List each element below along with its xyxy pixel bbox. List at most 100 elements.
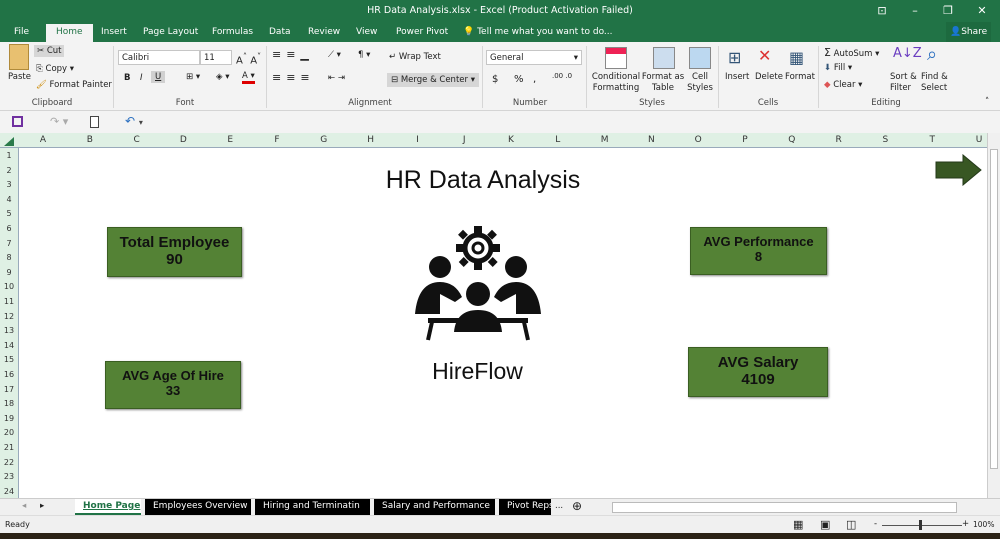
add-sheet-icon[interactable]: ⊕ (572, 499, 582, 513)
zoom-slider[interactable] (882, 525, 962, 526)
text-direction-icon[interactable]: ¶ ▾ (358, 50, 370, 60)
undo-icon[interactable]: ↶ ▾ (125, 114, 143, 128)
sort-filter-button[interactable]: Sort & Filter (890, 72, 920, 94)
row-header[interactable]: 23 (0, 472, 18, 481)
collapse-ribbon-icon[interactable]: ˄ (985, 97, 989, 107)
underline-button[interactable]: U (151, 71, 166, 83)
column-header[interactable]: I (394, 135, 440, 145)
fill-color-icon[interactable]: ◈ ▾ (216, 72, 230, 82)
row-header[interactable]: 1 (0, 151, 18, 160)
scroll-thumb[interactable] (990, 149, 998, 469)
zoom-slider-thumb[interactable] (919, 520, 922, 530)
prev-sheet-icon[interactable]: ◂ (22, 501, 26, 511)
page-break-view-icon[interactable]: ◫ (846, 518, 856, 531)
row-header[interactable]: 21 (0, 443, 18, 452)
row-header[interactable]: 20 (0, 428, 18, 437)
row-header[interactable]: 4 (0, 195, 18, 204)
next-arrow-icon[interactable] (935, 154, 983, 186)
more-sheets-button[interactable]: ... (555, 501, 563, 511)
redo-icon[interactable]: ↷ ▾ (50, 115, 68, 128)
column-header[interactable]: D (160, 135, 206, 145)
number-format-select[interactable]: General ▾ (486, 50, 582, 65)
page-layout-view-icon[interactable]: ▣ (820, 518, 830, 531)
conditional-formatting-button[interactable]: Conditional Formatting (591, 72, 641, 94)
horizontal-align-icons[interactable]: ≡≡≡ (272, 71, 315, 84)
row-header[interactable]: 11 (0, 297, 18, 306)
font-color-icon[interactable]: A ▾ (242, 71, 255, 84)
column-header[interactable]: R (816, 135, 862, 145)
next-sheet-icon[interactable]: ▸ (40, 501, 44, 511)
column-header[interactable]: M (582, 135, 628, 145)
row-header[interactable]: 13 (0, 326, 18, 335)
borders-icon[interactable]: ⊞ ▾ (186, 72, 200, 82)
worksheet-grid[interactable]: HR Data Analysis Total Employee 90 AVG A… (20, 148, 986, 498)
row-header[interactable]: 15 (0, 355, 18, 364)
sheet-tab-salary-performance[interactable]: Salary and Performance (374, 499, 495, 515)
tab-power-pivot[interactable]: Power Pivot (396, 27, 448, 37)
sheet-tab-home-page[interactable]: Home Page (75, 499, 141, 515)
normal-view-icon[interactable]: ▦ (793, 518, 803, 531)
percent-button[interactable]: % (514, 74, 524, 85)
paste-icon[interactable] (9, 44, 29, 70)
column-header[interactable]: G (301, 135, 347, 145)
row-header[interactable]: 3 (0, 180, 18, 189)
font-size-select[interactable]: 11 (200, 50, 232, 65)
tab-formulas[interactable]: Formulas (212, 27, 253, 37)
tab-page-layout[interactable]: Page Layout (143, 27, 198, 37)
column-header[interactable]: N (628, 135, 674, 145)
merge-center-button[interactable]: ⊟ Merge & Center ▾ (387, 73, 479, 87)
cut-button[interactable]: ✂ Cut (34, 45, 65, 57)
cell-styles-button[interactable]: Cell Styles (684, 72, 716, 94)
row-header[interactable]: 18 (0, 399, 18, 408)
select-all-corner[interactable] (4, 137, 14, 146)
row-header[interactable]: 16 (0, 370, 18, 379)
delete-cells-button[interactable]: Delete (755, 72, 783, 82)
row-header[interactable]: 6 (0, 224, 18, 233)
tab-data[interactable]: Data (269, 27, 291, 37)
grow-font-button[interactable]: A˄ A˅ (236, 51, 261, 66)
column-header[interactable]: E (207, 135, 253, 145)
column-header[interactable]: A (20, 135, 66, 145)
font-name-select[interactable]: Calibri (118, 50, 200, 65)
italic-button[interactable]: I (140, 73, 143, 83)
decimal-icons[interactable]: .00 .0 (552, 72, 572, 80)
sheet-tab-pivot-reps[interactable]: Pivot Reps (499, 499, 551, 515)
insert-cells-button[interactable]: Insert (725, 72, 749, 82)
column-header[interactable]: F (254, 135, 300, 145)
autosum-button[interactable]: Σ AutoSum ▾ (824, 46, 879, 59)
column-header[interactable]: C (114, 135, 160, 145)
row-header[interactable]: 2 (0, 166, 18, 175)
ribbon-display-icon[interactable]: ⊡ (872, 4, 892, 17)
indent-icons[interactable]: ⇤ ⇥ (328, 73, 345, 83)
vertical-align-icons[interactable]: ≡≡▁ (272, 48, 314, 61)
restore-button[interactable]: ❐ (938, 4, 958, 17)
fill-button[interactable]: ⬇ Fill ▾ (824, 63, 852, 73)
column-header[interactable]: J (441, 135, 487, 145)
paste-button[interactable]: Paste (8, 72, 31, 82)
share-button[interactable]: 👤Share (946, 22, 992, 42)
row-header[interactable]: 12 (0, 312, 18, 321)
row-header[interactable]: 7 (0, 239, 18, 248)
vertical-scrollbar[interactable] (987, 133, 1000, 498)
minimize-button[interactable]: – (905, 4, 925, 17)
column-header[interactable]: H (348, 135, 394, 145)
column-header[interactable]: P (722, 135, 768, 145)
copy-button[interactable]: ⎘ Copy ▾ (36, 64, 74, 74)
column-header[interactable]: S (862, 135, 908, 145)
tab-view[interactable]: View (356, 27, 377, 37)
tab-file[interactable]: File (14, 27, 29, 37)
column-header[interactable]: Q (769, 135, 815, 145)
find-select-button[interactable]: Find & Select (921, 72, 951, 94)
column-header[interactable]: O (675, 135, 721, 145)
comma-button[interactable]: , (533, 74, 536, 85)
row-header[interactable]: 8 (0, 253, 18, 262)
format-cells-button[interactable]: Format (785, 72, 815, 82)
format-painter-button[interactable]: 🖌 Format Painter (36, 80, 112, 90)
sheet-tab-hiring-terminatin[interactable]: Hiring and Terminatin (255, 499, 370, 515)
row-header[interactable]: 24 (0, 487, 18, 496)
clear-button[interactable]: ◆ Clear ▾ (824, 80, 862, 90)
column-header[interactable]: T (909, 135, 955, 145)
row-header[interactable]: 19 (0, 414, 18, 423)
close-button[interactable]: ✕ (972, 4, 992, 17)
tell-me-search[interactable]: 💡 Tell me what you want to do... (463, 27, 613, 37)
